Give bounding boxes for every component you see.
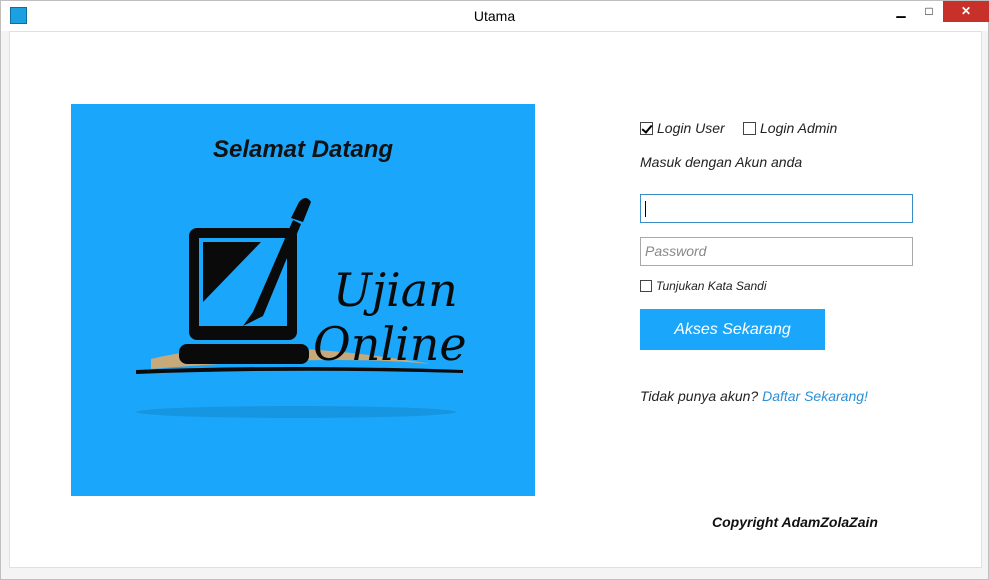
login-user-label: Login User bbox=[657, 120, 725, 136]
app-window: Utama ▁ □ ✕ Selamat Datang Ujian Online … bbox=[0, 0, 989, 580]
login-user-checkbox[interactable]: Login User bbox=[640, 120, 725, 136]
logo-text-ujian: Ujian bbox=[333, 263, 458, 317]
checkbox-unchecked-icon[interactable] bbox=[743, 121, 756, 135]
close-button[interactable]: ✕ bbox=[943, 1, 989, 22]
login-hint: Masuk dengan Akun anda bbox=[640, 154, 803, 170]
show-password-checkbox[interactable]: Tunjukan Kata Sandi bbox=[640, 279, 767, 293]
signup-text: Tidak punya akun? bbox=[640, 388, 763, 404]
title-bar[interactable]: Utama ▁ □ ✕ bbox=[1, 1, 989, 31]
banner-title: Selamat Datang bbox=[212, 136, 394, 163]
client-area: Selamat Datang Ujian Online Login User L… bbox=[9, 31, 982, 568]
signup-link[interactable]: Daftar Sekarang! bbox=[762, 388, 868, 404]
ujian-online-logo: Ujian Online bbox=[136, 198, 467, 418]
text-caret bbox=[645, 201, 646, 217]
login-panel: Login User Login Admin Masuk dengan Akun… bbox=[640, 32, 940, 569]
maximize-button[interactable]: □ bbox=[915, 1, 943, 22]
logo-text-online: Online bbox=[313, 317, 467, 371]
show-password-label: Tunjukan Kata Sandi bbox=[656, 279, 767, 293]
copyright-text: Copyright AdamZolaZain bbox=[712, 514, 878, 530]
checkbox-unchecked-icon[interactable] bbox=[640, 280, 652, 292]
checkbox-checked-icon[interactable] bbox=[640, 121, 653, 135]
login-admin-checkbox[interactable]: Login Admin bbox=[743, 120, 837, 136]
username-input[interactable] bbox=[640, 194, 913, 223]
welcome-banner: Selamat Datang Ujian Online bbox=[71, 104, 535, 496]
window-title: Utama bbox=[473, 8, 516, 24]
minimize-button[interactable]: ▁ bbox=[887, 1, 915, 22]
signup-prompt: Tidak punya akun? Daftar Sekarang! bbox=[640, 388, 868, 404]
access-now-button[interactable]: Akses Sekarang bbox=[640, 309, 825, 350]
password-input[interactable]: Password bbox=[640, 237, 913, 266]
login-admin-label: Login Admin bbox=[760, 120, 838, 136]
